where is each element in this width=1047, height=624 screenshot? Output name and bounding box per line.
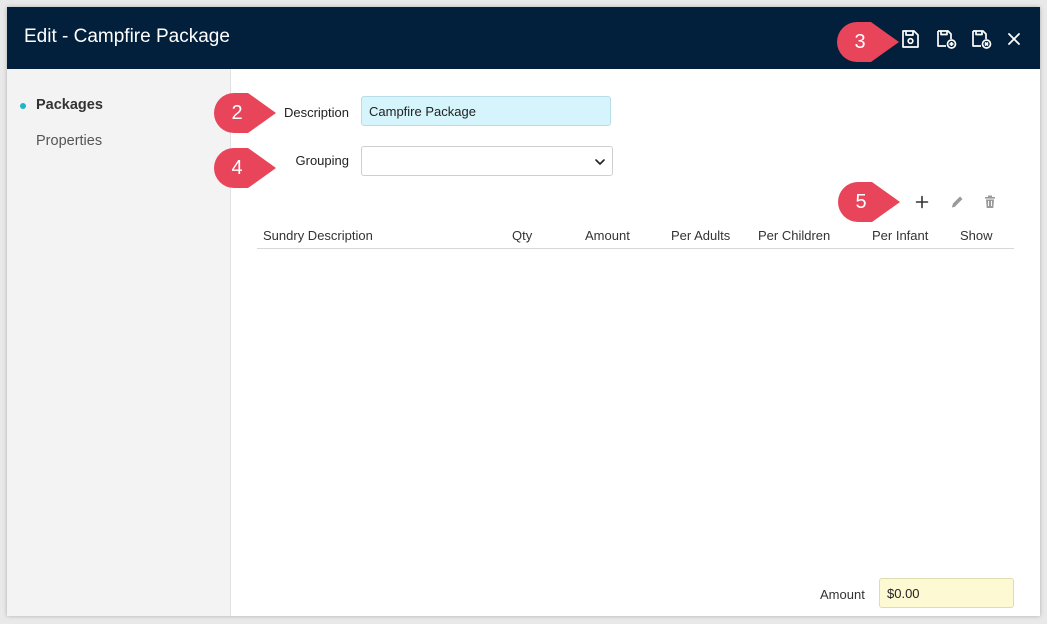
amount-label: Amount [820, 587, 865, 602]
sidebar-item-packages[interactable]: Packages [36, 97, 103, 113]
edit-pencil-icon[interactable] [949, 194, 965, 210]
callout-number: 2 [231, 102, 243, 124]
column-sundry-description[interactable]: Sundry Description [263, 228, 373, 243]
description-input[interactable] [361, 96, 611, 126]
save-and-new-icon[interactable] [934, 27, 958, 51]
callout-number: 3 [854, 31, 866, 53]
active-indicator-dot [20, 103, 26, 109]
callout-number: 4 [231, 157, 243, 179]
callout-number: 5 [855, 191, 867, 213]
column-amount[interactable]: Amount [585, 228, 630, 243]
delete-trash-icon[interactable] [982, 194, 998, 210]
chevron-down-icon [595, 159, 605, 165]
amount-field[interactable] [879, 578, 1014, 608]
sidebar-item-properties[interactable]: Properties [36, 133, 102, 149]
dialog-title: Edit - Campfire Package [24, 26, 230, 47]
column-per-adults[interactable]: Per Adults [671, 228, 730, 243]
callout-marker: 4 [214, 148, 280, 188]
sidebar [7, 69, 231, 616]
close-icon[interactable] [1002, 27, 1026, 51]
column-qty[interactable]: Qty [512, 228, 532, 243]
callout-marker: 3 [837, 22, 903, 62]
sundry-table-header: Sundry Description Qty Amount Per Adults… [257, 225, 1014, 249]
column-per-infant[interactable]: Per Infant [872, 228, 928, 243]
grouping-select[interactable] [361, 146, 613, 176]
save-and-close-icon[interactable] [969, 27, 993, 51]
callout-marker: 5 [838, 182, 904, 222]
sundry-table-body [257, 249, 1014, 569]
add-icon[interactable] [914, 194, 930, 210]
callout-marker: 2 [214, 93, 280, 133]
edit-package-dialog: Edit - Campfire Package Packages Propert… [7, 7, 1040, 616]
column-per-children[interactable]: Per Children [758, 228, 830, 243]
column-show[interactable]: Show [960, 228, 993, 243]
